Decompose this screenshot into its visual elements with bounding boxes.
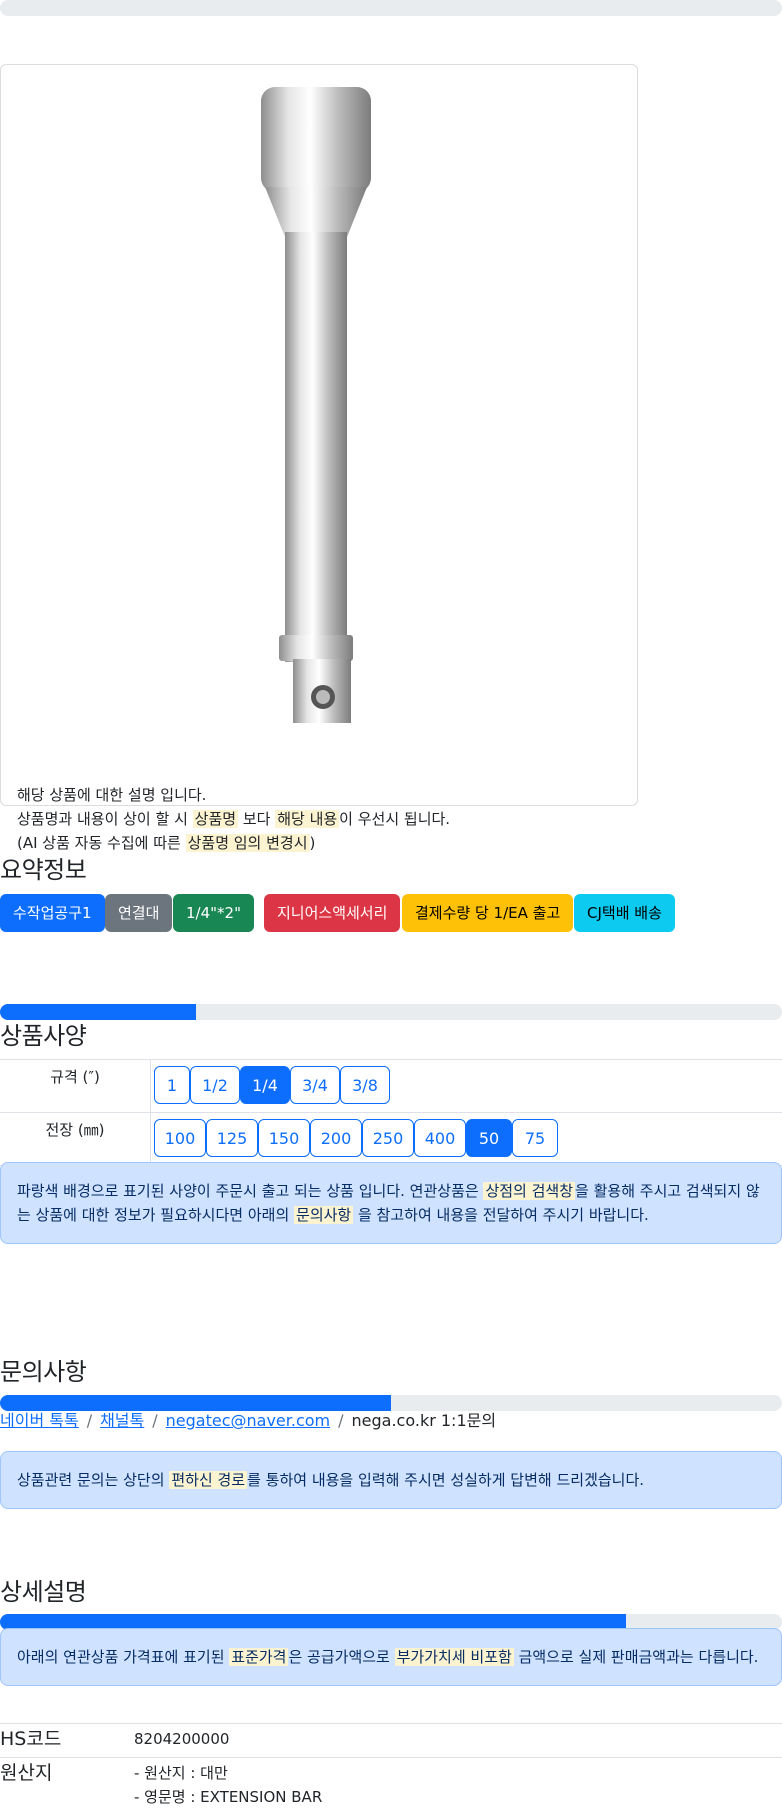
summary-badge: 1/4"*2" bbox=[173, 894, 254, 932]
nega-inquiry-text: nega.co.kr 1:1문의 bbox=[351, 1411, 497, 1430]
inquiry-notice: 상품관련 문의는 상단의 편하신 경로 를 통하여 내용을 입력해 주시면 성실하… bbox=[0, 1451, 782, 1509]
email-link[interactable]: negatec@naver.com bbox=[166, 1411, 330, 1430]
inquiry-title: 문의사항 bbox=[0, 1358, 87, 1386]
spec-option-button[interactable]: 75 bbox=[512, 1119, 558, 1157]
separator: / bbox=[338, 1411, 344, 1430]
spec-option-button[interactable]: 200 bbox=[310, 1119, 362, 1157]
origin-row: 원산지 - 원산지 : 대만 - 영문명 : EXTENSION BAR bbox=[0, 1757, 782, 1809]
top-progress-bar bbox=[0, 0, 782, 16]
spec-option-button[interactable]: 3/4 bbox=[290, 1066, 340, 1104]
spec-option-button[interactable]: 50 bbox=[466, 1119, 512, 1157]
origin-value: - 원산지 : 대만 - 영문명 : EXTENSION BAR bbox=[134, 1761, 322, 1809]
origin-label: 원산지 bbox=[0, 1762, 53, 1784]
hs-code-label: HS코드 bbox=[0, 1728, 62, 1750]
highlight-content: 해당 내용 bbox=[275, 810, 340, 828]
origin-country: - 원산지 : 대만 bbox=[134, 1764, 228, 1782]
notice-text: 을 활용해 주시고 검색되지 않 bbox=[575, 1182, 760, 1200]
notice-text: 아래의 연관상품 가격표에 표기된 bbox=[17, 1648, 230, 1666]
highlight-route: 편하신 경로 bbox=[169, 1471, 248, 1489]
separator: / bbox=[152, 1411, 158, 1430]
notice-text: 은 공급가액으로 bbox=[288, 1648, 395, 1666]
spec-option-button[interactable]: 125 bbox=[206, 1119, 258, 1157]
spec-option-button[interactable]: 150 bbox=[258, 1119, 310, 1157]
detail-title: 상세설명 bbox=[0, 1578, 87, 1606]
desc-text: ) bbox=[309, 834, 316, 852]
channel-talk-link[interactable]: 채널톡 bbox=[100, 1411, 144, 1430]
notice-text: 금액으로 실제 판매금액과는 다릅니다. bbox=[513, 1648, 759, 1666]
spec-notice: 파랑색 배경으로 표기된 사양이 주문시 출고 되는 상품 입니다. 연관상품은… bbox=[0, 1162, 782, 1244]
hs-code-value: 8204200000 bbox=[134, 1730, 230, 1748]
highlight-name-change: 상품명 임의 변경시 bbox=[185, 834, 310, 852]
spec-option-button[interactable]: 400 bbox=[414, 1119, 466, 1157]
summary-badge: 연결대 bbox=[105, 894, 173, 932]
summary-title: 요약정보 bbox=[0, 856, 87, 884]
detail-notice: 아래의 연관상품 가격표에 표기된 표준가격 은 공급가액으로 부가가치세 비포함… bbox=[0, 1628, 782, 1686]
highlight-vat: 부가가치세 비포함 bbox=[394, 1648, 514, 1666]
spec-row-label: 전장 (㎜) bbox=[0, 1113, 151, 1165]
spec-option-button[interactable]: 1/4 bbox=[240, 1066, 290, 1104]
notice-text: 상품관련 문의는 상단의 bbox=[17, 1471, 170, 1489]
desc-text: 이 우선시 됩니다. bbox=[339, 810, 451, 828]
summary-badge: 결제수량 당 1/EA 출고 bbox=[402, 894, 574, 932]
highlight-product-name: 상품명 bbox=[192, 810, 239, 828]
hs-code-row: HS코드 8204200000 bbox=[0, 1723, 782, 1758]
desc-line-2: 상품명과 내용이 상이 할 시 bbox=[17, 810, 193, 828]
notice-text: 을 참고하여 내용을 전달하여 주시기 바랍니다. bbox=[353, 1206, 649, 1224]
spec-table: 규격 (″) 1 1/2 1/4 3/4 3/8 전장 (㎜) 100 125 150 200 250… bbox=[0, 1059, 782, 1166]
spec-option-button[interactable]: 100 bbox=[154, 1119, 206, 1157]
notice-text: 를 통하여 내용을 입력해 주시면 성실하게 답변해 드리겠습니다. bbox=[247, 1471, 645, 1489]
contact-links: 네이버 톡톡 / 채널톡 / negatec@naver.com / nega.co.kr … bbox=[0, 1409, 496, 1433]
highlight-search: 상점의 검색창 bbox=[483, 1182, 576, 1200]
highlight-inquiry: 문의사항 bbox=[294, 1206, 354, 1224]
desc-text: 보다 bbox=[238, 810, 276, 828]
summary-badge: 지니어스액세서리 bbox=[264, 894, 401, 932]
spec-row: 전장 (㎜) 100 125 150 200 250 400 50 75 bbox=[0, 1113, 782, 1166]
spec-option-button[interactable]: 3/8 bbox=[340, 1066, 390, 1104]
highlight-standard-price: 표준가격 bbox=[229, 1648, 289, 1666]
summary-badge: 수작업공구1 bbox=[0, 894, 105, 932]
spec-title: 상품사양 bbox=[0, 1022, 87, 1050]
product-card: 해당 상품에 대한 설명 입니다. 상품명과 내용이 상이 할 시 상품명 보다… bbox=[0, 64, 638, 852]
spec-option-button[interactable]: 1/2 bbox=[190, 1066, 240, 1104]
product-description: 해당 상품에 대한 설명 입니다. 상품명과 내용이 상이 할 시 상품명 보다… bbox=[17, 783, 450, 855]
naver-talk-link[interactable]: 네이버 톡톡 bbox=[0, 1411, 79, 1430]
origin-english-name: - 영문명 : EXTENSION BAR bbox=[134, 1788, 323, 1806]
product-image bbox=[261, 87, 371, 723]
spec-progress-bar bbox=[0, 1004, 782, 1020]
summary-badge: CJ택배 배송 bbox=[574, 894, 675, 932]
notice-text: 파랑색 배경으로 표기된 사양이 주문시 출고 되는 상품 입니다. 연관상품은 bbox=[17, 1182, 484, 1200]
spec-option-button[interactable]: 250 bbox=[362, 1119, 414, 1157]
spec-option-button[interactable]: 1 bbox=[154, 1066, 190, 1104]
separator: / bbox=[86, 1411, 93, 1430]
notice-text: 는 상품에 대한 정보가 필요하시다면 아래의 bbox=[17, 1206, 295, 1224]
spec-row-label: 규격 (″) bbox=[0, 1060, 151, 1112]
desc-line-1: 해당 상품에 대한 설명 입니다. bbox=[17, 786, 207, 804]
spec-row: 규격 (″) 1 1/2 1/4 3/4 3/8 bbox=[0, 1060, 782, 1113]
